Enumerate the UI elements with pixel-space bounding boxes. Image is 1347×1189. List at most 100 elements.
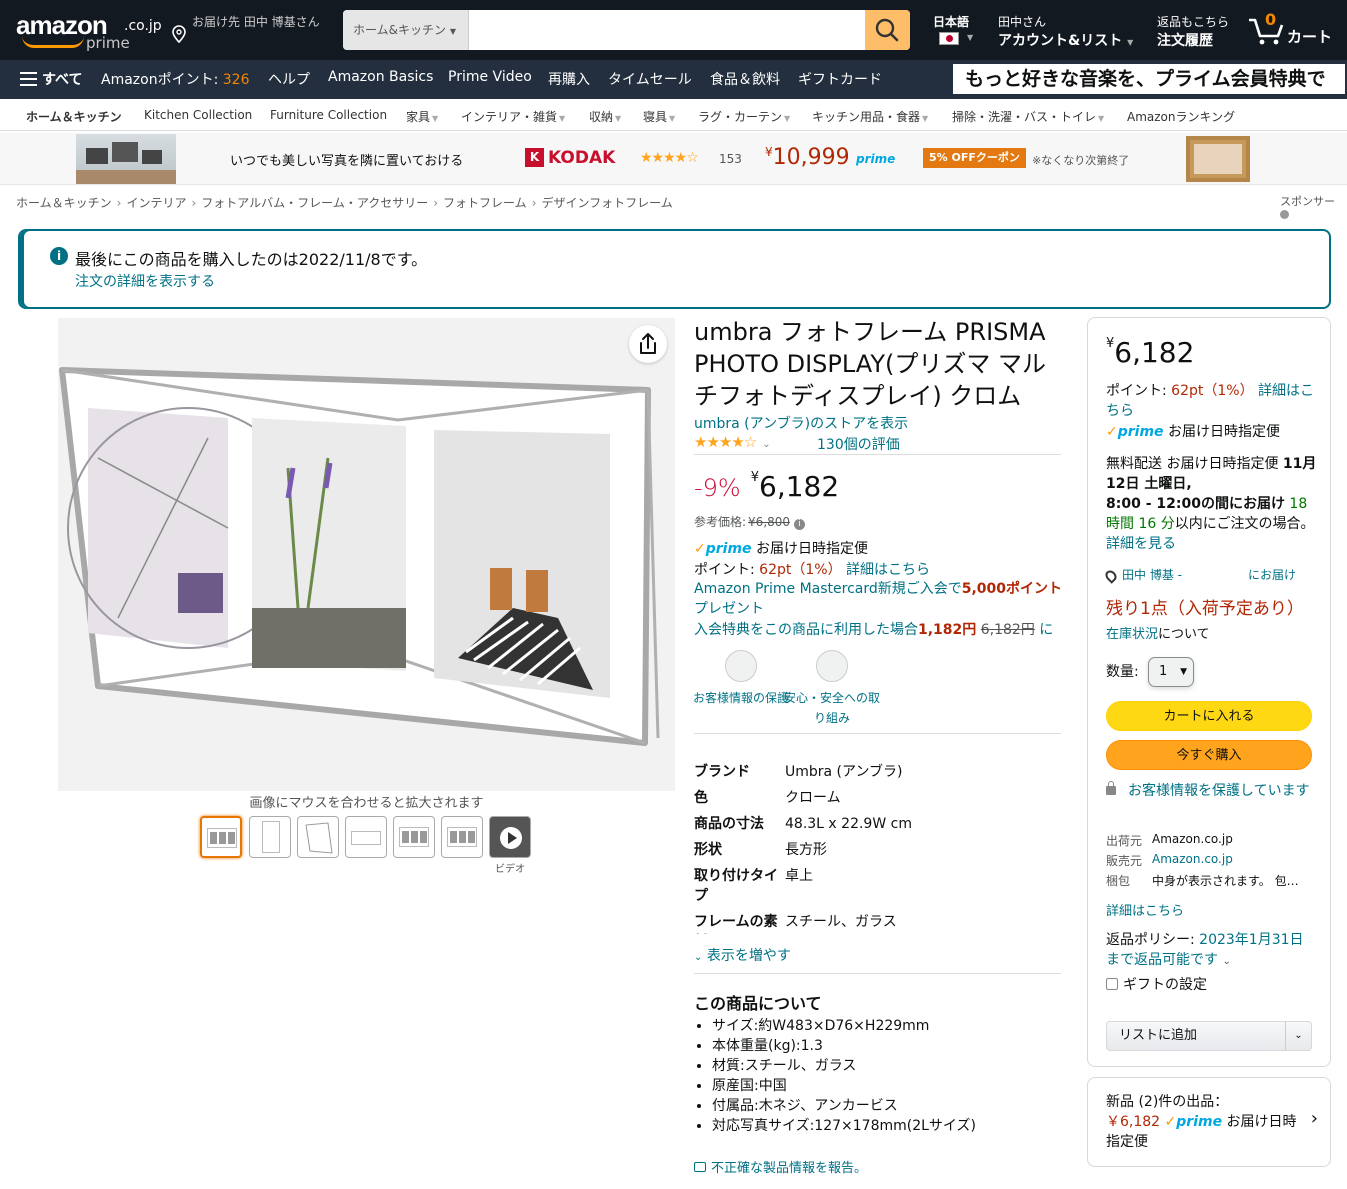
thumbnail-video[interactable]: [489, 816, 531, 858]
frame-thumbnail-icon: [262, 821, 280, 853]
buybox-price-value: 6,182: [1114, 336, 1195, 369]
report-label: 不正確な製品情報を報告。: [711, 1161, 868, 1176]
secure-transaction[interactable]: お客様情報を保護しています: [1106, 781, 1316, 801]
trust-privacy-label: お客様情報の保護: [692, 691, 789, 705]
thumbnail-5[interactable]: [393, 816, 435, 858]
add-to-list-button[interactable]: リストに追加 ⌄: [1106, 1021, 1312, 1051]
main-product-image[interactable]: [58, 318, 675, 791]
breadcrumb-home-kitchen[interactable]: ホーム＆キッチン: [16, 196, 112, 210]
chevron-down-icon: ▼: [1127, 38, 1134, 47]
nav-giftcard[interactable]: ギフトカード: [798, 69, 882, 89]
kv-key: 梱包: [1106, 874, 1131, 888]
store-link[interactable]: umbra (アンブラ)のストアを表示: [694, 413, 908, 433]
video-label: ビデオ: [495, 864, 525, 875]
list-item: サイズ:約W483×D76×H229mm: [712, 1016, 976, 1036]
gift-checkbox[interactable]: [1106, 978, 1118, 990]
subnav-cleaning[interactable]: 掃除・洗濯・バス・トイレ ▼: [952, 108, 1104, 125]
prime-delivery-text: お届け日時指定便: [756, 541, 868, 557]
frame-thumbnail-icon: [351, 831, 381, 845]
search-input[interactable]: [469, 10, 865, 50]
info-icon: [1280, 210, 1289, 219]
mc-points: 5,000ポイント: [961, 581, 1063, 597]
thumbnail-6[interactable]: [441, 816, 483, 858]
points-value: 62pt（1%）: [759, 562, 842, 578]
nav-timesale[interactable]: タイムセール: [608, 69, 692, 89]
sponsor-label[interactable]: スポンサー: [1280, 193, 1347, 222]
thumbnail-4[interactable]: [345, 816, 387, 858]
chevron-down-icon: ▼: [1098, 114, 1105, 123]
hamburger-icon: [20, 72, 37, 86]
amazon-logo[interactable]: amazon .co.jp prime: [14, 10, 162, 54]
thumbnail-3[interactable]: [297, 816, 339, 858]
quantity-label: 数量:: [1106, 664, 1139, 680]
subnav-ranking[interactable]: Amazonランキング: [1127, 108, 1235, 125]
rating-stars-icon[interactable]: ★★★★☆: [694, 433, 757, 451]
search-button[interactable]: [865, 10, 910, 50]
other-sellers-box[interactable]: 新品 (2)件の出品： ￥6,182 ✓prime お届け日時指定便 ›: [1087, 1077, 1331, 1167]
return-policy: 返品ポリシー: 2023年1月31日まで返品可能です ⌄: [1106, 930, 1316, 972]
breadcrumb-photo-album[interactable]: フォトアルバム・フレーム・アクセサリー: [201, 196, 428, 210]
nav-help[interactable]: ヘルプ: [268, 69, 310, 89]
buy-now-button[interactable]: 今すぐ購入: [1106, 740, 1312, 770]
delivery-details-link[interactable]: 詳細を見る: [1106, 536, 1176, 552]
search-category-select[interactable]: ホーム&キッチン ▼: [343, 10, 469, 50]
prime-music-promo[interactable]: もっと好きな音楽を、プライム会員特典で: [951, 62, 1347, 96]
points-details-link[interactable]: 詳細はこちら: [846, 562, 930, 578]
nav-amazon-basics[interactable]: Amazon Basics: [328, 69, 433, 85]
delivery-address[interactable]: 田中 博基 - にお届け: [1103, 566, 1316, 584]
trust-safety[interactable]: 安心・安全への取り組み: [782, 650, 882, 728]
delivery-tail: 以内にご注文の場合。: [1174, 516, 1315, 532]
quantity-select[interactable]: 1 ▼: [1148, 657, 1194, 687]
subnav-interior[interactable]: インテリア・雑貨 ▼: [461, 108, 565, 125]
banner-product-image: [76, 134, 176, 184]
info-icon[interactable]: i: [794, 519, 806, 530]
sponsored-banner[interactable]: いつでも美しい写真を隣に置いておける K KODAK ★★★★☆ 153 ¥10,…: [0, 133, 1347, 185]
list-item: 材質:スチール、ガラス: [712, 1056, 976, 1076]
chevron-down-icon[interactable]: ⌄: [762, 439, 770, 450]
add-to-cart-button[interactable]: カートに入れる: [1106, 701, 1312, 731]
details-link[interactable]: 詳細はこちら: [1106, 900, 1184, 919]
nav-prime-video[interactable]: Prime Video: [448, 69, 532, 85]
mastercard-benefit[interactable]: 入会特典をこの商品に利用した場合1,182円 6,182円 に: [694, 619, 1064, 639]
subnav-rug-curtain[interactable]: ラグ・カーテン ▼: [698, 108, 790, 125]
subnav-storage[interactable]: 収納 ▼: [589, 108, 621, 125]
report-link[interactable]: 不正確な製品情報を報告。: [694, 1157, 867, 1176]
seller-link[interactable]: Amazon.co.jp: [1152, 852, 1233, 866]
spec-value: スチール、ガラス: [785, 914, 897, 930]
gift-option[interactable]: ギフトの設定: [1106, 974, 1207, 994]
account-menu[interactable]: 田中さん アカウント&リスト ▼: [998, 13, 1133, 50]
orders-link[interactable]: 返品もこちら 注文履歴: [1157, 13, 1229, 50]
subnav-label: 収納: [589, 110, 614, 124]
nav-rebuy[interactable]: 再購入: [548, 69, 590, 89]
thumbnail-1[interactable]: [200, 816, 242, 858]
list-price-label: 参考価格:: [694, 515, 747, 529]
mastercard-promo[interactable]: Amazon Prime Mastercard新規ご入会で5,000ポイントプレ…: [694, 579, 1064, 619]
prime-text: prime: [1176, 1114, 1223, 1130]
stock-link[interactable]: 在庫状況: [1106, 627, 1158, 642]
show-more-link[interactable]: ⌄ 表示を増やす: [694, 945, 791, 965]
subnav-furniture-collection[interactable]: Furniture Collection: [270, 108, 387, 122]
breadcrumb-interior[interactable]: インテリア: [126, 196, 186, 210]
subnav-bedding[interactable]: 寝具 ▼: [643, 108, 675, 125]
chevron-down-icon[interactable]: ⌄: [1222, 956, 1230, 967]
nav-all[interactable]: すべて: [42, 69, 82, 89]
language-selector[interactable]: 日本語 ▼: [933, 13, 983, 45]
cart-link[interactable]: 0 カート: [1247, 10, 1337, 50]
share-button[interactable]: [629, 325, 667, 363]
subnav-kitchen-collection[interactable]: Kitchen Collection: [144, 108, 252, 122]
delivery-window: 8:00 - 12:00の間にお届け: [1106, 496, 1285, 512]
trust-privacy[interactable]: お客様情報の保護: [691, 650, 791, 708]
breadcrumb-design-frame[interactable]: デザインフォトフレーム: [542, 196, 673, 210]
mc2-original-price: 6,182円: [980, 622, 1035, 638]
order-details-link[interactable]: 注文の詳細を表示する: [75, 271, 215, 291]
subnav-home-kitchen[interactable]: ホーム＆キッチン: [26, 108, 122, 125]
rating-count-link[interactable]: 130個の評価: [817, 434, 900, 454]
subnav-kitchenware[interactable]: キッチン用品・食器 ▼: [812, 108, 928, 125]
nav-food[interactable]: 食品＆飲料: [710, 69, 780, 89]
chevron-down-icon[interactable]: ⌄: [1285, 1022, 1311, 1050]
nav-points[interactable]: Amazonポイント: 326: [101, 69, 250, 89]
thumbnail-2[interactable]: [249, 816, 291, 858]
spec-key: フレームの素材: [694, 914, 778, 930]
breadcrumb-photo-frame[interactable]: フォトフレーム: [443, 196, 527, 210]
subnav-furniture[interactable]: 家具 ▼: [406, 108, 438, 125]
